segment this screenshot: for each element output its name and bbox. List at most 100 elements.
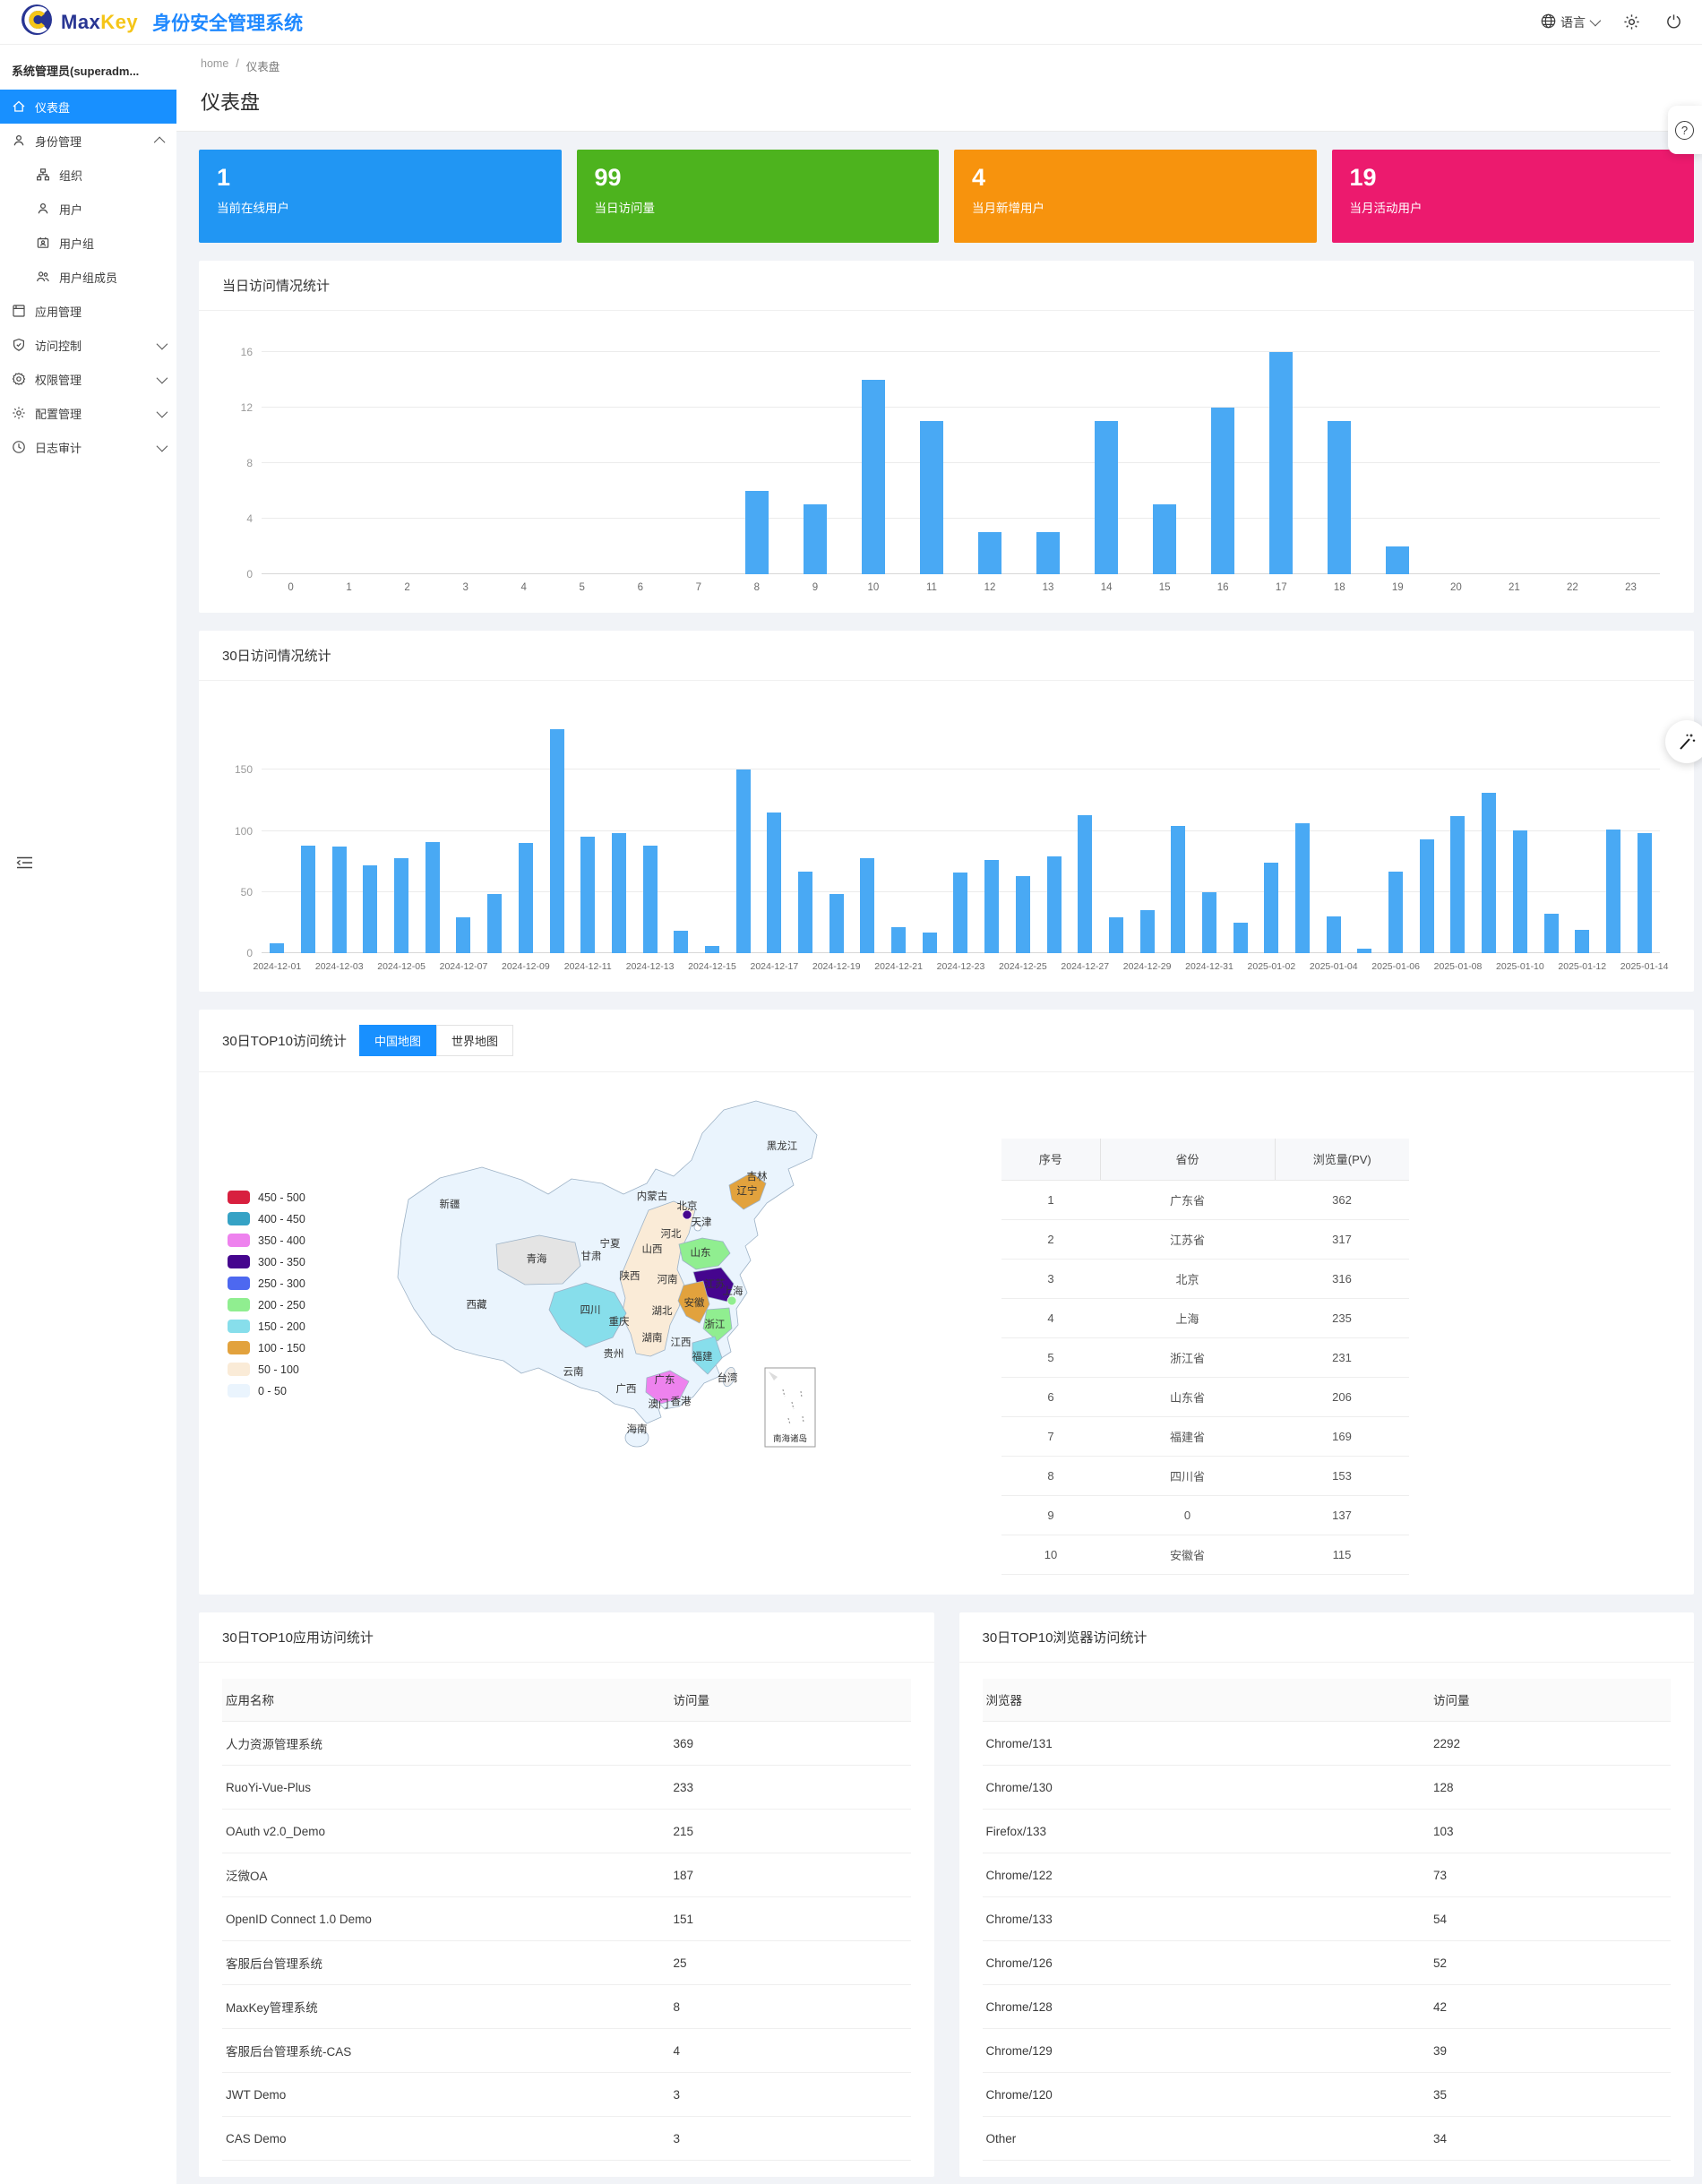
legend-label: 0 - 50 bbox=[258, 1385, 287, 1397]
svg-text:广东: 广东 bbox=[655, 1374, 675, 1386]
svg-text:浙江: 浙江 bbox=[705, 1319, 726, 1330]
svg-text:四川: 四川 bbox=[580, 1304, 601, 1316]
sidebar-item-0[interactable]: 仪表盘 bbox=[0, 90, 176, 124]
x-tick-label: 19 bbox=[1392, 582, 1404, 593]
svg-text:台湾: 台湾 bbox=[718, 1371, 738, 1384]
sidebar-item-label: 用户 bbox=[59, 201, 82, 218]
svg-text:河南: 河南 bbox=[658, 1273, 678, 1285]
sidebar-item-7[interactable]: 访问控制 bbox=[0, 328, 176, 362]
x-tick-label: 2025-01-08 bbox=[1434, 961, 1483, 972]
sidebar-item-8[interactable]: 权限管理 bbox=[0, 362, 176, 396]
x-tick-label: 18 bbox=[1334, 582, 1345, 593]
sidebar-item-10[interactable]: 日志审计 bbox=[0, 430, 176, 464]
table-row: Chrome/12035 bbox=[983, 2073, 1672, 2117]
column-header: 浏览量(PV) bbox=[1275, 1139, 1409, 1180]
svg-text:南海诸岛: 南海诸岛 bbox=[773, 1433, 807, 1444]
y-tick-label: 8 bbox=[217, 457, 253, 469]
help-widget[interactable]: ? bbox=[1668, 106, 1702, 154]
breadcrumb-home[interactable]: home bbox=[201, 57, 228, 74]
brand-name: MaxKey bbox=[61, 11, 138, 34]
sidebar-item-label: 用户组成员 bbox=[59, 269, 117, 286]
stat-label: 当月新增用户 bbox=[972, 198, 1299, 216]
bar bbox=[767, 813, 781, 953]
legend-label: 300 - 350 bbox=[258, 1256, 305, 1268]
x-tick-label: 2024-12-31 bbox=[1185, 961, 1234, 972]
question-icon: ? bbox=[1675, 121, 1694, 140]
monthly-visits-bar-chart: 0501001502024-12-012024-12-032024-12-052… bbox=[210, 704, 1674, 979]
bar bbox=[984, 860, 999, 953]
sidebar: 系统管理员(superadm... 仪表盘身份管理组织用户用户组用户组成员应用管… bbox=[0, 45, 176, 2184]
bar bbox=[332, 847, 347, 953]
bar bbox=[363, 865, 377, 953]
sidebar-item-label: 配置管理 bbox=[35, 405, 82, 422]
sidebar-item-6[interactable]: 应用管理 bbox=[0, 294, 176, 328]
stat-card-0: 1当前在线用户 bbox=[199, 150, 562, 243]
sidebar-item-3[interactable]: 用户 bbox=[0, 192, 176, 226]
y-tick-label: 0 bbox=[217, 568, 253, 580]
language-switcher[interactable]: 语言 bbox=[1541, 13, 1598, 31]
tab-world-map[interactable]: 世界地图 bbox=[436, 1025, 513, 1056]
bar bbox=[426, 842, 440, 953]
china-map-svg: 新疆西藏青海内蒙古黑龙江吉林辽宁北京天津河北山西山东宁夏甘肃陕西河南江苏安徽上海… bbox=[346, 1094, 919, 1522]
bar bbox=[456, 917, 470, 953]
panel-title: 30日TOP10访问统计 bbox=[222, 1031, 347, 1050]
china-map: 新疆西藏青海内蒙古黑龙江吉林辽宁北京天津河北山西山东宁夏甘肃陕西河南江苏安徽上海… bbox=[346, 1094, 919, 1575]
logout-button[interactable] bbox=[1665, 13, 1682, 30]
legend-item[interactable]: 50 - 100 bbox=[228, 1363, 346, 1376]
panel-today-visits: 当日访问情况统计 0481216012345678910111213141516… bbox=[199, 261, 1694, 613]
legend-label: 250 - 300 bbox=[258, 1277, 305, 1290]
sidebar-item-5[interactable]: 用户组成员 bbox=[0, 260, 176, 294]
svg-text:广西: 广西 bbox=[616, 1383, 637, 1395]
sidebar-item-4[interactable]: 用户组 bbox=[0, 226, 176, 260]
x-tick-label: 2025-01-10 bbox=[1496, 961, 1544, 972]
legend-item[interactable]: 0 - 50 bbox=[228, 1384, 346, 1397]
legend-item[interactable]: 300 - 350 bbox=[228, 1255, 346, 1268]
x-tick-label: 0 bbox=[288, 582, 293, 593]
bar bbox=[487, 894, 502, 953]
sidebar-item-label: 应用管理 bbox=[35, 303, 82, 320]
svg-text:甘肃: 甘肃 bbox=[581, 1251, 602, 1262]
legend-item[interactable]: 100 - 150 bbox=[228, 1341, 346, 1354]
bar bbox=[1606, 830, 1620, 953]
bar bbox=[1638, 833, 1652, 953]
table-row: 泛微OA187 bbox=[222, 1853, 911, 1897]
bar bbox=[736, 770, 751, 953]
x-tick-label: 2025-01-02 bbox=[1248, 961, 1296, 972]
app-title: 身份安全管理系统 bbox=[152, 9, 303, 36]
sidebar-menu: 仪表盘身份管理组织用户用户组用户组成员应用管理访问控制权限管理配置管理日志审计 bbox=[0, 90, 176, 464]
x-tick-label: 13 bbox=[1043, 582, 1054, 593]
svg-text:澳门: 澳门 bbox=[649, 1397, 669, 1410]
table-row: 4上海235 bbox=[1001, 1298, 1409, 1337]
apps-icon bbox=[12, 304, 26, 318]
table-row: 90137 bbox=[1001, 1495, 1409, 1535]
panel-title: 当日访问情况统计 bbox=[199, 261, 1694, 311]
bar bbox=[1234, 923, 1248, 953]
bar bbox=[1386, 546, 1409, 574]
bar bbox=[1327, 916, 1341, 953]
svg-text:黑龙江: 黑龙江 bbox=[767, 1140, 798, 1152]
x-tick-label: 5 bbox=[580, 582, 585, 593]
legend-item[interactable]: 150 - 200 bbox=[228, 1320, 346, 1333]
settings-button[interactable] bbox=[1623, 13, 1640, 30]
sidebar-item-9[interactable]: 配置管理 bbox=[0, 396, 176, 430]
legend-item[interactable]: 250 - 300 bbox=[228, 1277, 346, 1290]
legend-label: 150 - 200 bbox=[258, 1320, 305, 1333]
panel-top10-region: 30日TOP10访问统计 中国地图 世界地图 450 - 500 400 - 45… bbox=[199, 1010, 1694, 1595]
svg-text:安徽: 安徽 bbox=[684, 1296, 705, 1309]
legend-item[interactable]: 200 - 250 bbox=[228, 1298, 346, 1311]
x-tick-label: 14 bbox=[1101, 582, 1113, 593]
y-tick-label: 16 bbox=[217, 346, 253, 358]
sidebar-item-label: 日志审计 bbox=[35, 439, 82, 456]
menu-fold-icon[interactable] bbox=[16, 856, 33, 874]
sidebar-item-2[interactable]: 组织 bbox=[0, 158, 176, 192]
legend-item[interactable]: 400 - 450 bbox=[228, 1212, 346, 1225]
magic-wand-button[interactable] bbox=[1665, 720, 1702, 763]
svg-text:福建: 福建 bbox=[692, 1350, 713, 1363]
table-row: 人力资源管理系统369 bbox=[222, 1722, 911, 1766]
sidebar-item-1[interactable]: 身份管理 bbox=[0, 124, 176, 158]
sidebar-item-label: 组织 bbox=[59, 167, 82, 184]
tab-china-map[interactable]: 中国地图 bbox=[359, 1025, 436, 1056]
legend-item[interactable]: 450 - 500 bbox=[228, 1191, 346, 1204]
legend-item[interactable]: 350 - 400 bbox=[228, 1234, 346, 1247]
sidebar-item-label: 用户组 bbox=[59, 235, 94, 252]
